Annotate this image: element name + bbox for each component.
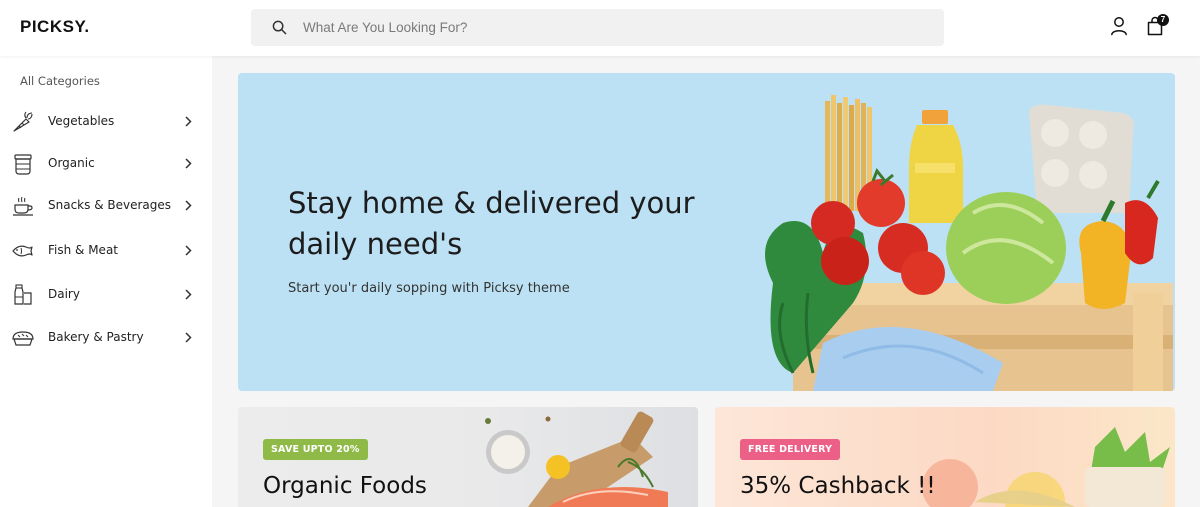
promo-card-organic-foods[interactable]: SAVE UPTO 20% Organic Foods (238, 407, 698, 507)
milk-bottle-icon (14, 284, 32, 305)
hero-banner[interactable]: Stay home & delivered your daily need's … (238, 73, 1175, 391)
sidebar-item-label: Vegetables (48, 114, 115, 128)
jar-icon (14, 154, 32, 175)
coffee-cup-icon (13, 196, 33, 216)
sidebar-item-label: Snacks & Beverages (48, 198, 171, 212)
sidebar-item-bakery-pastry[interactable]: Bakery & Pastry (0, 318, 212, 358)
sidebar-item-label: Bakery & Pastry (48, 330, 144, 344)
chevron-right-icon (185, 158, 192, 169)
bread-icon (12, 331, 34, 346)
user-icon[interactable] (1110, 16, 1128, 36)
search-input[interactable] (303, 9, 923, 46)
chevron-right-icon (185, 200, 192, 211)
sidebar-item-fish-meat[interactable]: Fish & Meat (0, 231, 212, 271)
top-header: PICKSY. 7 (0, 0, 1200, 56)
carrot-icon (13, 111, 33, 132)
hero-subtitle: Start you'r daily sopping with Picksy th… (288, 281, 570, 296)
grocery-crate-image (765, 95, 1173, 391)
sidebar-title: All Categories (20, 74, 100, 88)
produce-plant-image (922, 427, 1170, 507)
sidebar-item-vegetables[interactable]: Vegetables (0, 102, 212, 142)
salmon-board-image (485, 411, 668, 507)
logo[interactable]: PICKSY. (20, 17, 90, 37)
promo-card-cashback[interactable]: FREE DELIVERY 35% Cashback !! (715, 407, 1175, 507)
fish-icon (12, 245, 33, 257)
promo-badge: SAVE UPTO 20% (263, 439, 368, 460)
promo-badge: FREE DELIVERY (740, 439, 841, 460)
promo-title: 35% Cashback !! (740, 473, 936, 499)
cart-count-badge: 7 (1157, 14, 1169, 26)
sidebar-item-snacks-beverages[interactable]: Snacks & Beverages (0, 186, 212, 226)
sidebar-item-label: Organic (48, 156, 95, 170)
sidebar-item-label: Dairy (48, 287, 80, 301)
chevron-right-icon (185, 289, 192, 300)
promo-title: Organic Foods (263, 473, 427, 499)
search-bar[interactable] (251, 9, 944, 46)
sidebar-item-label: Fish & Meat (48, 243, 119, 257)
sidebar-item-organic[interactable]: Organic (0, 144, 212, 184)
category-sidebar: All Categories Vegetables Organic Snacks… (0, 56, 212, 507)
search-icon (272, 20, 287, 35)
sidebar-item-dairy[interactable]: Dairy (0, 275, 212, 315)
hero-title: Stay home & delivered your daily need's (288, 186, 695, 261)
chevron-right-icon (185, 116, 192, 127)
chevron-right-icon (185, 245, 192, 256)
chevron-right-icon (185, 332, 192, 343)
